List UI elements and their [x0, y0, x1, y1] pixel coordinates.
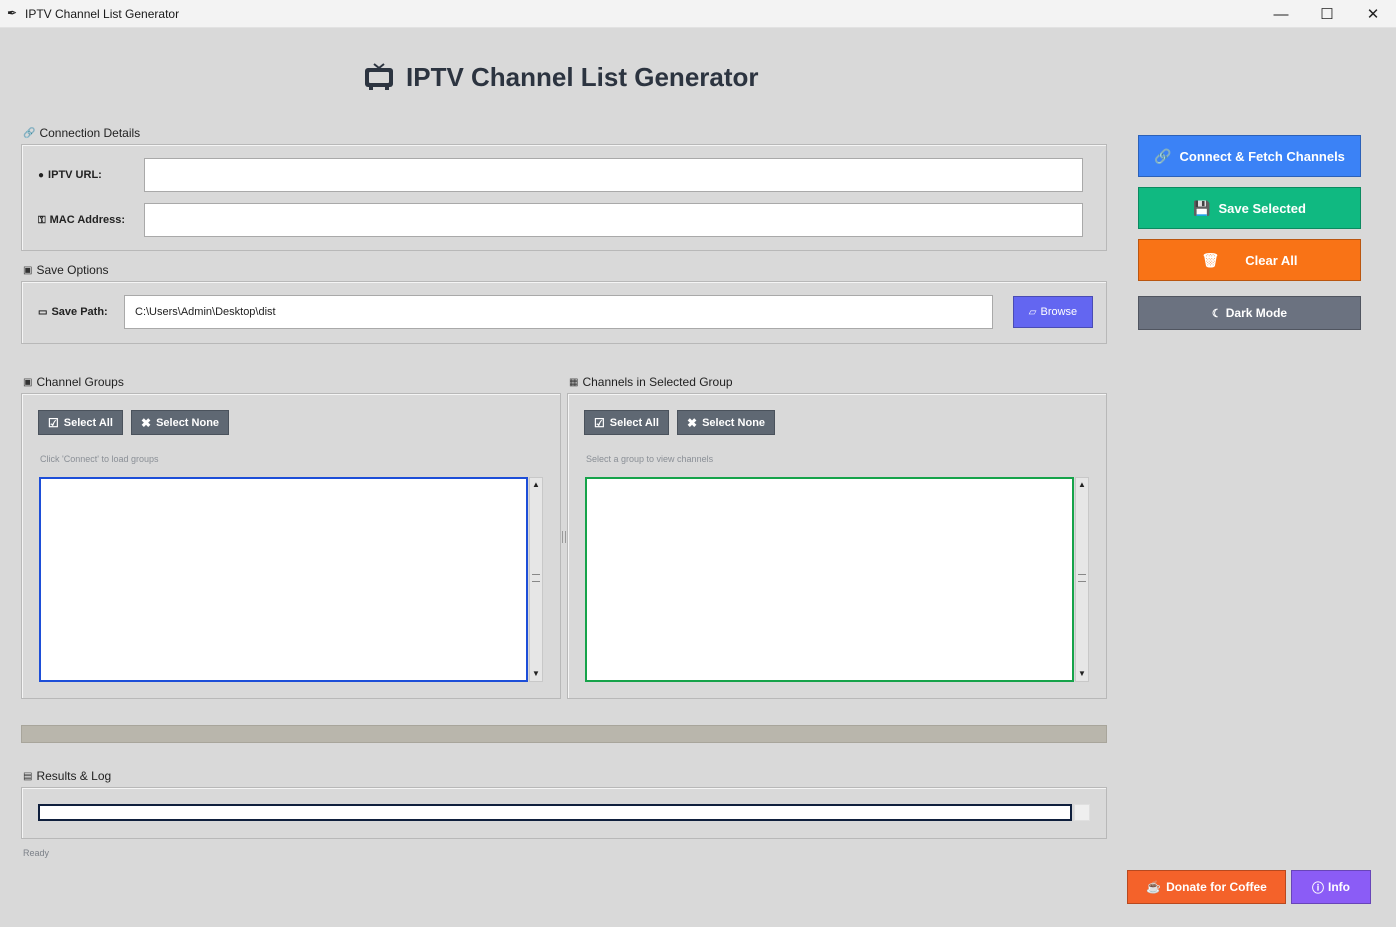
page-title-text: IPTV Channel List Generator — [406, 61, 759, 92]
floppy-icon: ▣ — [23, 264, 33, 276]
mac-address-label-text: MAC Address: — [49, 214, 126, 226]
scroll-down-arrow[interactable]: ▼ — [530, 668, 542, 680]
clear-all-button[interactable]: 🗑 Clear All — [1138, 239, 1361, 281]
connection-section-text: Connection Details — [39, 126, 141, 140]
save-path-input[interactable] — [124, 295, 993, 329]
channels-select-all-button[interactable]: ☑ Select All — [584, 410, 669, 435]
groups-select-none-label: Select None — [156, 416, 220, 429]
checkbox-icon: ☑ — [594, 415, 605, 430]
connect-fetch-label: Connect & Fetch Channels — [1179, 148, 1345, 164]
browse-button[interactable]: ▱ Browse — [1013, 296, 1093, 328]
save-icon: 💾 — [1193, 199, 1211, 216]
iptv-url-label-text: IPTV URL: — [48, 169, 102, 181]
window-title: IPTV Channel List Generator — [25, 7, 180, 21]
save-path-label: ▭ Save Path: — [38, 306, 108, 318]
link-icon: 🔗 — [1154, 147, 1172, 164]
scroll-down-arrow[interactable]: ▼ — [1076, 668, 1088, 680]
results-log-text-area[interactable] — [38, 804, 1072, 821]
clapper-icon: ▦ — [569, 376, 579, 388]
info-icon: ⓘ — [1311, 880, 1324, 895]
minimize-button[interactable]: — — [1258, 0, 1304, 28]
groups-hint: Click 'Connect' to load groups — [40, 454, 159, 464]
iptv-url-label: ● IPTV URL: — [38, 169, 102, 181]
channels-label: ▦ Channels in Selected Group — [569, 375, 733, 389]
trash-icon: 🗑 — [1201, 251, 1220, 268]
connect-fetch-button[interactable]: 🔗 Connect & Fetch Channels — [1138, 135, 1361, 177]
scroll-grip[interactable] — [532, 574, 540, 582]
donate-button[interactable]: ☕ Donate for Coffee — [1127, 870, 1286, 904]
groups-listbox[interactable] — [39, 477, 528, 682]
info-button-label: Info — [1328, 880, 1350, 894]
connection-section-label: 🔗 Connection Details — [23, 126, 140, 140]
mac-address-input[interactable] — [144, 203, 1083, 237]
globe-icon: ● — [38, 169, 45, 181]
save-options-label: ▣ Save Options — [23, 263, 109, 277]
groups-select-none-button[interactable]: ✖ Select None — [131, 410, 230, 435]
results-log-text: Results & Log — [36, 769, 112, 783]
channels-label-text: Channels in Selected Group — [582, 375, 733, 389]
results-log-scrollbar[interactable] — [1074, 804, 1090, 821]
progress-bar — [21, 725, 1107, 743]
save-path-label-text: Save Path: — [51, 306, 108, 318]
scroll-grip[interactable] — [1078, 574, 1086, 582]
groups-scrollbar[interactable]: ▲ ▼ — [529, 477, 543, 682]
coffee-icon: ☕ — [1146, 880, 1162, 894]
channels-listbox[interactable] — [585, 477, 1074, 682]
dark-mode-label: Dark Mode — [1225, 306, 1288, 320]
feather-icon: ✒ — [7, 6, 18, 20]
save-selected-button[interactable]: 💾 Save Selected — [1138, 187, 1361, 229]
channels-select-all-label: Select All — [609, 416, 659, 429]
channels-select-none-label: Select None — [702, 416, 766, 429]
results-log-label: ▤ Results & Log — [23, 769, 111, 783]
channels-scrollbar[interactable]: ▲ ▼ — [1075, 477, 1089, 682]
save-options-text: Save Options — [36, 263, 109, 277]
panel-sash[interactable] — [562, 531, 566, 543]
tv-small-icon: ▣ — [23, 376, 33, 388]
close-button[interactable]: ✕ — [1350, 0, 1396, 28]
tv-icon — [365, 63, 393, 90]
folder-icon: ▭ — [38, 306, 48, 318]
channels-hint: Select a group to view channels — [586, 454, 714, 464]
groups-select-all-button[interactable]: ☑ Select All — [38, 410, 123, 435]
mac-address-label: ⚿ MAC Address: — [38, 214, 125, 226]
open-folder-icon: ▱ — [1028, 306, 1037, 318]
groups-select-all-label: Select All — [63, 416, 113, 429]
x-icon: ✖ — [141, 415, 152, 430]
link-icon: 🔗 — [23, 127, 36, 139]
title-bar: ✒ IPTV Channel List Generator — ☐ ✕ — [0, 0, 1396, 28]
key-icon: ⚿ — [38, 214, 46, 226]
donate-button-label: Donate for Coffee — [1166, 880, 1267, 894]
scroll-up-arrow[interactable]: ▲ — [530, 479, 542, 491]
info-button[interactable]: ⓘ Info — [1291, 870, 1371, 904]
iptv-url-input[interactable] — [144, 158, 1083, 192]
moon-icon: ☾ — [1211, 307, 1222, 320]
maximize-button[interactable]: ☐ — [1304, 0, 1350, 28]
clear-all-label: Clear All — [1245, 252, 1298, 268]
x-icon: ✖ — [687, 415, 698, 430]
checkbox-icon: ☑ — [48, 415, 59, 430]
channels-select-none-button[interactable]: ✖ Select None — [677, 410, 776, 435]
clipboard-icon: ▤ — [23, 770, 33, 782]
channel-groups-text: Channel Groups — [36, 375, 124, 389]
save-selected-label: Save Selected — [1218, 200, 1306, 216]
browse-button-label: Browse — [1040, 306, 1078, 318]
status-text: Ready — [23, 848, 50, 858]
channel-groups-label: ▣ Channel Groups — [23, 375, 124, 389]
scroll-up-arrow[interactable]: ▲ — [1076, 479, 1088, 491]
page-title: IPTV Channel List Generator — [364, 60, 759, 94]
dark-mode-button[interactable]: ☾ Dark Mode — [1138, 296, 1361, 330]
